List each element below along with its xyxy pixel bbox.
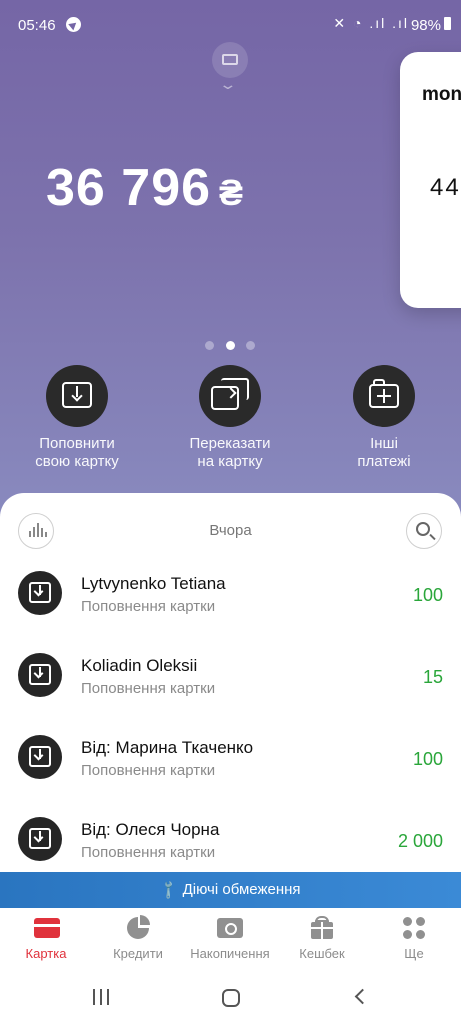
transaction-row[interactable]: Від: Марина Ткаченко Поповнення картки 1… [0, 721, 461, 803]
pie-chart-icon [124, 915, 152, 940]
carousel-dot[interactable] [205, 341, 214, 350]
transaction-subtitle: Поповнення картки [81, 680, 216, 697]
top-up-icon [18, 735, 62, 779]
back-button[interactable] [354, 988, 371, 1005]
nav-label: Ще [404, 946, 424, 961]
transaction-name: Від: Марина Ткаченко [81, 738, 254, 757]
nav-label: Накопичення [190, 946, 270, 961]
carousel-dot[interactable] [246, 341, 255, 350]
cards-icon [222, 54, 238, 65]
status-icons: ✕ ◔ .ıl .ıl [333, 15, 409, 31]
nav-more[interactable]: Ще [368, 916, 460, 961]
bottom-navigation: Картка Кредити Накопичення Кешбек Ще [0, 908, 461, 972]
transaction-amount: 100 [412, 585, 443, 605]
top-up-icon [18, 817, 62, 861]
chevron-down-icon[interactable]: ⌄ [218, 76, 237, 93]
transaction-row[interactable]: Koliadin Oleksii Поповнення картки 15 [0, 639, 461, 721]
wrench-icon: 🔧 [157, 878, 180, 901]
card-balance[interactable]: 36 796 ₴ [46, 158, 244, 218]
transaction-subtitle: Поповнення картки [81, 762, 216, 779]
status-time: 05:46 [18, 17, 56, 34]
transaction-amount: 15 [422, 667, 443, 687]
next-card-preview[interactable]: mon 44 [400, 52, 461, 308]
top-up-icon [18, 571, 62, 615]
nav-credits[interactable]: Кредити [92, 915, 184, 961]
action-label-line2: платежі [357, 453, 411, 470]
side-card-amount: 44 [430, 174, 461, 201]
action-label-line2: свою картку [35, 453, 119, 470]
other-payments-button[interactable]: Інші платежі [314, 365, 454, 471]
safe-icon [216, 916, 244, 940]
side-card-title: mon [422, 84, 461, 105]
gift-icon [308, 916, 336, 940]
folder-plus-icon [353, 365, 415, 427]
nav-cashback[interactable]: Кешбек [276, 916, 368, 961]
action-label-line1: Переказати [189, 435, 271, 452]
transaction-amount: 2 000 [397, 831, 443, 851]
system-navigation-bar [0, 972, 461, 1024]
recent-apps-button[interactable] [93, 989, 111, 1005]
nav-label: Кешбек [299, 946, 345, 961]
search-button[interactable] [406, 513, 442, 549]
transaction-amount: 100 [412, 749, 443, 769]
balance-amount: 36 796 [46, 159, 212, 217]
card-icon [32, 916, 60, 940]
nav-label: Картка [25, 946, 67, 961]
battery-percent: 98% [410, 17, 441, 34]
transaction-name: Lytvynenko Tetiana [81, 574, 226, 593]
action-label-line1: Інші [370, 435, 398, 452]
nav-label: Кредити [113, 946, 163, 961]
action-label-line2: на картку [197, 453, 263, 470]
transaction-name: Koliadin Oleksii [81, 656, 198, 675]
transaction-subtitle: Поповнення картки [81, 598, 216, 615]
dots-grid-icon [400, 916, 428, 940]
day-label: Вчора [209, 522, 252, 539]
cards-switcher-button[interactable] [212, 42, 248, 78]
top-up-icon [18, 653, 62, 697]
limits-label: Діючі обмеження [182, 881, 301, 898]
currency-symbol: ₴ [219, 172, 245, 213]
search-icon [416, 522, 430, 536]
carousel-dot-active[interactable] [226, 341, 235, 350]
home-button[interactable] [222, 989, 240, 1007]
transaction-subtitle: Поповнення картки [81, 844, 216, 861]
transaction-row[interactable]: Lytvynenko Tetiana Поповнення картки 100 [0, 557, 461, 639]
nav-card[interactable]: Картка [0, 916, 92, 961]
location-icon [66, 17, 81, 32]
top-up-card-button[interactable]: Поповнити свою картку [7, 365, 147, 471]
battery-icon [444, 17, 451, 30]
download-icon [46, 365, 108, 427]
balance-hero: 05:46 ✕ ◔ .ıl .ıl 98% ⌄ 36 796 ₴ mon 44 П… [0, 0, 461, 540]
action-label-line1: Поповнити [39, 435, 115, 452]
transfer-to-card-button[interactable]: Переказати на картку [160, 365, 300, 471]
transfer-icon [199, 365, 261, 427]
transaction-name: Від: Олеся Чорна [81, 820, 220, 839]
active-limits-banner[interactable]: 🔧 Діючі обмеження [0, 872, 461, 908]
nav-savings[interactable]: Накопичення [184, 916, 276, 961]
